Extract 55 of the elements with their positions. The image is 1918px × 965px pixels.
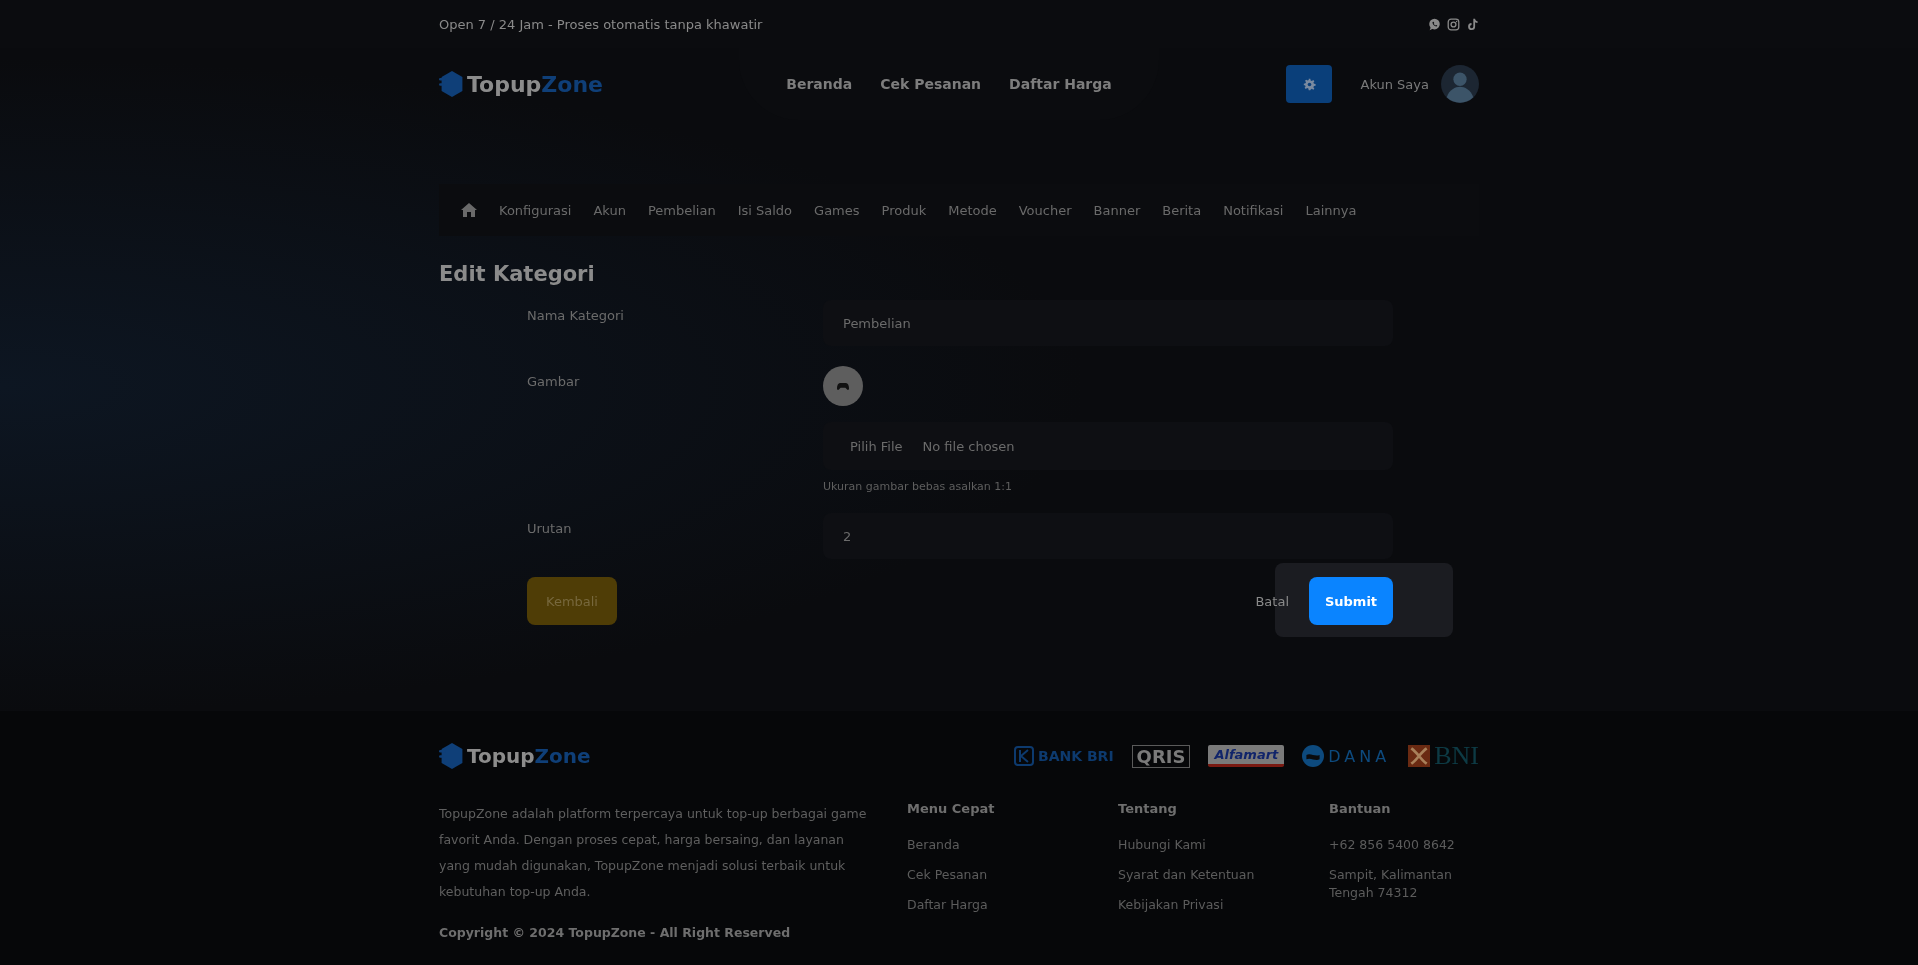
tiktok-icon[interactable] [1466, 17, 1479, 31]
avatar[interactable] [1441, 65, 1479, 103]
nav-link[interactable]: Beranda [786, 76, 853, 92]
settings-icon [1303, 77, 1316, 91]
nav-link[interactable]: Daftar Harga [1009, 76, 1112, 92]
copyright-text: Copyright © 2024 TopupZone - All Right Reserved [439, 925, 792, 940]
admin-menu-item[interactable]: Isi Saldo [737, 202, 793, 218]
footer-heading: Menu Cepat [907, 801, 996, 816]
file-input[interactable]: Pilih File No file chosen [823, 422, 1393, 470]
whatsapp-icon[interactable] [1428, 17, 1441, 31]
admin-menu-item[interactable]: Produk [881, 202, 927, 218]
bank-bri-logo: BANK BRI [1014, 746, 1114, 766]
settings-button[interactable] [1286, 65, 1333, 103]
order-field[interactable]: 2 [823, 513, 1393, 559]
field-label: Urutan [527, 520, 573, 538]
admin-menu-item[interactable]: Notifikasi [1223, 202, 1284, 218]
about-text: TopupZone adalah platform terpercaya untuk top-up berbagai game favorit Anda. Dengan proses cepat, harga bersaing, dan layanan yang mudah digunakan, TopupZone menjadi solusi terbaik untuk kebutuhan top-up Anda. [439, 805, 868, 901]
footer-link[interactable]: Beranda [907, 836, 1047, 854]
footer-link[interactable]: Daftar Harga [907, 896, 1047, 914]
hint-text: Ukuran gambar bebas asalkan 1:1 [823, 480, 1014, 493]
qris-logo: QRIS [1131, 744, 1191, 768]
alfamart-logo: Alfamart [1208, 745, 1285, 767]
topupzone-logo[interactable]: TopupZone [439, 69, 603, 99]
admin-menu-item[interactable]: Games [814, 202, 860, 218]
home-icon[interactable] [461, 203, 477, 217]
page-title: Edit Kategori [439, 262, 596, 286]
admin-menu-item[interactable]: Voucher [1018, 202, 1072, 218]
topupzone-logo: TopupZone [439, 741, 591, 771]
field-label: Nama Kategori [527, 307, 625, 325]
submit-button[interactable]: Submit [1309, 577, 1393, 625]
footer-link[interactable]: +62 856 5400 8642 [1329, 836, 1469, 854]
footer-link[interactable]: Hubungi Kami [1118, 836, 1258, 854]
category-name-field[interactable]: Pembelian [823, 300, 1393, 346]
admin-menu-item[interactable]: Lainnya [1305, 202, 1357, 218]
account-link[interactable]: Akun Saya [1360, 76, 1429, 92]
footer-heading: Tentang [1118, 801, 1178, 816]
admin-menu-item[interactable]: Berita [1162, 202, 1202, 218]
tagline: Open 7 / 24 Jam - Proses otomatis tanpa khawatir [439, 16, 763, 32]
footer-link[interactable]: Kebijakan Privasi [1118, 896, 1258, 914]
field-label: Gambar [527, 373, 581, 391]
instagram-icon[interactable] [1447, 17, 1460, 31]
footer-link[interactable]: Syarat dan Ketentuan [1118, 866, 1258, 884]
footer-heading: Bantuan [1329, 801, 1392, 816]
admin-menu-item[interactable]: Metode [948, 202, 997, 218]
admin-menu-item[interactable]: Banner [1093, 202, 1141, 218]
cancel-link[interactable]: Batal [1255, 593, 1289, 609]
dana-logo: DANA [1302, 745, 1391, 767]
admin-menu-item[interactable]: Pembelian [647, 202, 716, 218]
footer-link[interactable]: Sampit, Kalimantan Tengah 74312 [1329, 866, 1469, 902]
bni-logo: BNI [1408, 741, 1479, 771]
gamepad-icon [837, 381, 849, 391]
admin-menu-item[interactable]: Akun [593, 202, 626, 218]
nav-link[interactable]: Cek Pesanan [880, 76, 982, 92]
admin-menu-item[interactable]: Konfigurasi [499, 202, 572, 218]
footer-link[interactable]: Cek Pesanan [907, 866, 1047, 884]
